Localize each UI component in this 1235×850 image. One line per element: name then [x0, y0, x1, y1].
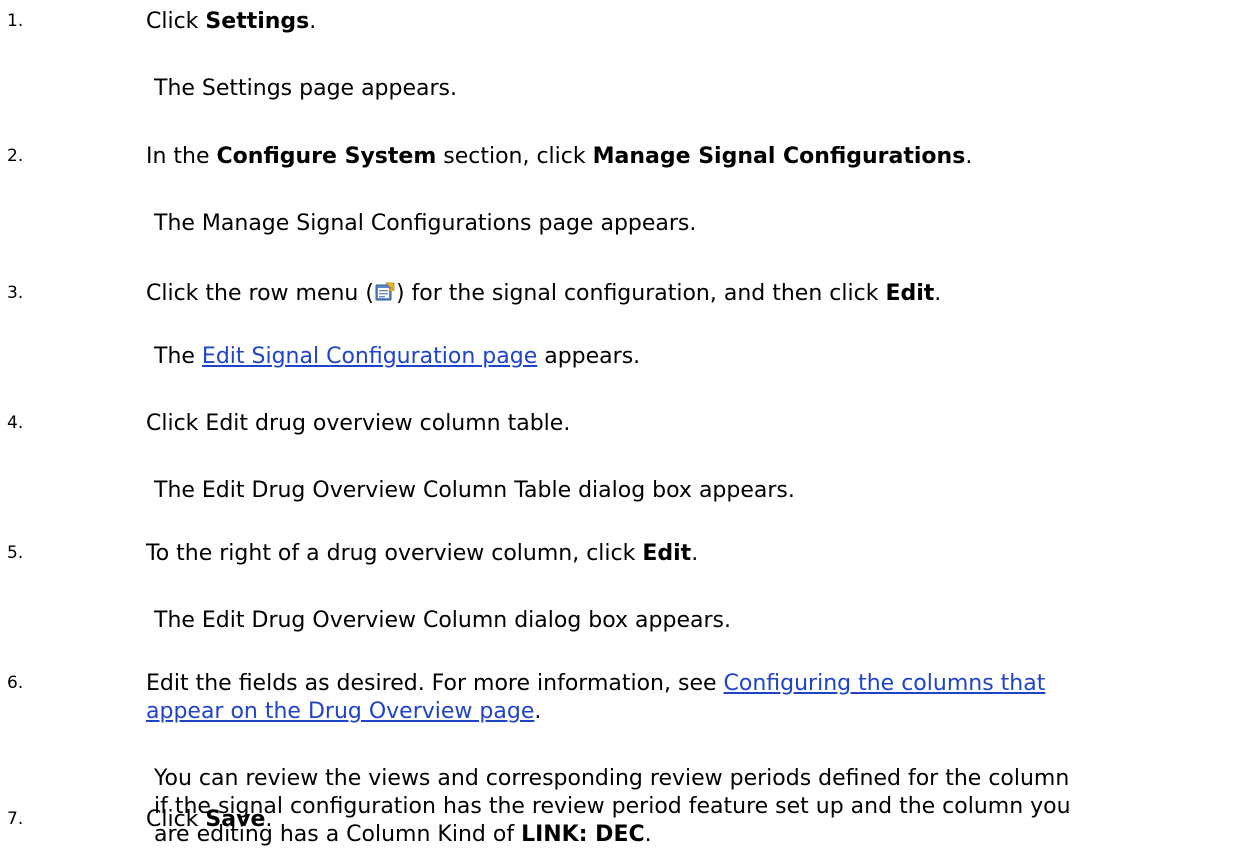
step-instruction: Click Edit drug overview column table. [146, 411, 571, 436]
step-number: 6. [7, 673, 24, 693]
step-instruction: In the Configure System section, click M… [146, 144, 973, 169]
step-number: 2. [7, 146, 24, 166]
step-number: 4. [7, 413, 24, 433]
step-result: The Manage Signal Configurations page ap… [154, 211, 697, 236]
row-menu-icon [375, 282, 395, 302]
step-number: 7. [7, 809, 24, 829]
ui-term-configure-system: Configure System [216, 144, 437, 169]
configuring-columns-link[interactable]: Configuring the columns that [724, 671, 1046, 696]
configuring-columns-link-continued[interactable]: appear on the Drug Overview page [146, 699, 534, 724]
step-instruction: Click Settings. [146, 9, 317, 34]
step-instruction: Edit the fields as desired. For more inf… [146, 671, 1046, 724]
ui-term-edit: Edit [642, 541, 692, 566]
step-result: The Settings page appears. [154, 76, 458, 101]
step-number: 1. [7, 11, 24, 31]
ui-term-settings: Settings [205, 9, 310, 34]
step-instruction: Click Save. [146, 807, 273, 832]
step-instruction: To the right of a drug overview column, … [146, 541, 699, 566]
step-result: The Edit Signal Configuration page appea… [154, 344, 641, 369]
edit-signal-configuration-link[interactable]: Edit Signal Configuration page [202, 344, 537, 369]
step-result: The Edit Drug Overview Column dialog box… [154, 608, 731, 633]
ui-term-manage-signal-configurations: Manage Signal Configurations [592, 144, 966, 169]
step-number: 3. [7, 283, 24, 303]
step-instruction: Click the row menu ( ) for the signal co… [146, 281, 942, 306]
ui-term-edit: Edit [885, 281, 935, 306]
ui-term-save: Save [205, 807, 266, 832]
step-number: 5. [7, 543, 24, 563]
step-result: The Edit Drug Overview Column Table dial… [154, 478, 795, 503]
result-line: You can review the views and correspondi… [154, 766, 1070, 791]
